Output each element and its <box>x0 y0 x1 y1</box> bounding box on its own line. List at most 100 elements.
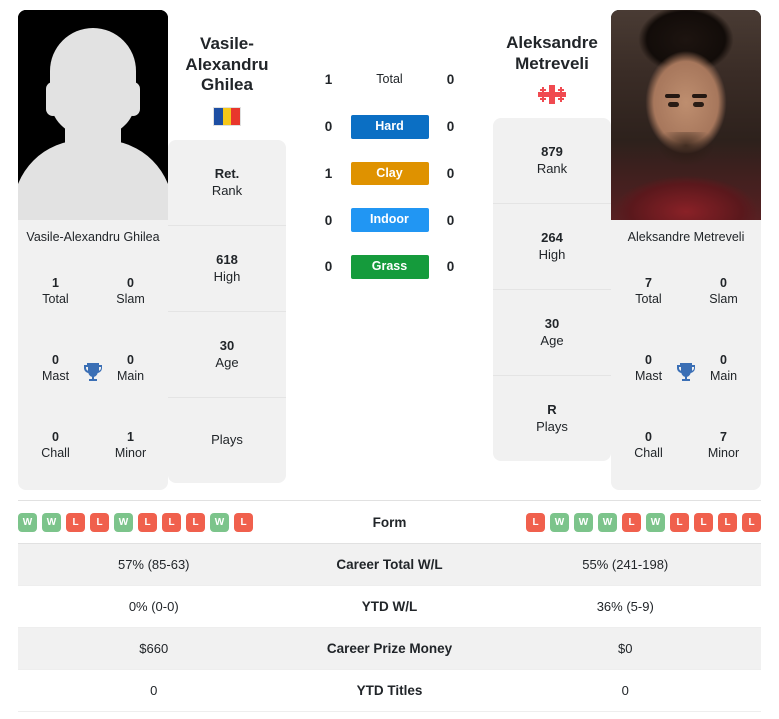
stat-label: Career Total W/L <box>336 557 443 572</box>
form-badge-l[interactable]: L <box>694 512 713 532</box>
info-age-value: 30 <box>544 316 560 332</box>
info-rank-label: Rank <box>536 160 568 176</box>
surface-grass-label[interactable]: Grass <box>350 255 429 279</box>
title-minor-value: 1 <box>127 429 134 444</box>
table-row: 57% (85-63) Career Total W/L 55% (241-19… <box>18 544 761 586</box>
player-comparison-page: Vasile-Alexandru Ghilea 1 Total 0 Slam 0… <box>0 0 779 719</box>
title-total-value: 7 <box>645 276 652 291</box>
left-player-card[interactable]: Vasile-Alexandru Ghilea 1 Total 0 Slam 0… <box>18 10 168 490</box>
title-chall-value: 0 <box>645 429 652 444</box>
right-player-card[interactable]: Aleksandre Metreveli 7 Total 0 Slam 0 Ma… <box>611 10 761 490</box>
form-badge-l[interactable]: L <box>162 512 181 532</box>
title-slam-label: Slam <box>116 292 145 307</box>
left-player-flag-wrap <box>213 106 241 126</box>
form-badge-l[interactable]: L <box>66 512 85 532</box>
surface-row-clay: 1 Clay 0 <box>315 161 465 186</box>
player-silhouette-icon <box>18 10 168 220</box>
stat-label: Career Prize Money <box>326 641 453 656</box>
surface-clay-right-value: 0 <box>446 165 455 181</box>
info-rank-value: Ret. <box>214 165 240 181</box>
form-badge-w[interactable]: W <box>42 512 61 532</box>
right-player-name: Aleksandre Metreveli <box>506 33 598 74</box>
table-row: $660 Career Prize Money $0 <box>18 628 761 670</box>
form-badge-l[interactable]: L <box>234 512 253 532</box>
surface-clay-left-value: 1 <box>324 165 333 181</box>
surface-indoor-label[interactable]: Indoor <box>350 208 429 232</box>
info-rank-value: 879 <box>541 144 563 160</box>
info-age-label: Age <box>540 332 564 348</box>
title-slam-label: Slam <box>709 292 738 307</box>
form-badge-w[interactable]: W <box>550 512 569 532</box>
info-age: 30 Age <box>493 290 611 377</box>
surface-total-right-value: 0 <box>446 72 455 88</box>
form-badge-l[interactable]: L <box>718 512 737 532</box>
surface-row-total: 1 Total 0 <box>315 68 465 92</box>
info-high: 264 High <box>493 204 611 291</box>
info-high-label: High <box>213 268 241 284</box>
left-player-info-box: Ret. Rank 618 High 30 Age Plays <box>168 140 286 484</box>
surface-hard-label[interactable]: Hard <box>350 114 429 139</box>
stat-label: YTD W/L <box>361 599 418 614</box>
form-badge-w[interactable]: W <box>210 512 229 532</box>
form-badge-w[interactable]: W <box>114 512 133 532</box>
stat-left-value: 0 <box>150 683 158 698</box>
form-badge-w[interactable]: W <box>646 512 665 532</box>
form-row: WWLLWLLLWL Form LWWWLWLLLL <box>18 500 761 544</box>
surface-grass-right-value: 0 <box>446 259 455 275</box>
right-player-form: LWWWLWLLLL <box>470 512 761 532</box>
title-minor: 7 Minor <box>686 430 761 461</box>
info-age-label: Age <box>215 354 239 370</box>
right-player-info-column: Aleksandre Metreveli 879 Rank 264 High 3… <box>493 10 611 462</box>
stat-left-value: 0% (0-0) <box>128 599 179 614</box>
info-plays-value: R <box>547 402 557 418</box>
right-player-info-box: 879 Rank 264 High 30 Age R Plays <box>493 118 611 462</box>
form-badge-l[interactable]: L <box>670 512 689 532</box>
surface-breakdown-column: 1 Total 0 0 Hard 0 1 Clay 0 0 Indoor 0 0 <box>286 10 493 302</box>
left-name-line2: Alexandru <box>185 54 269 74</box>
info-age-value: 30 <box>219 337 235 353</box>
info-plays: Plays <box>168 398 286 483</box>
stat-left-value: $660 <box>139 641 169 656</box>
form-badge-l[interactable]: L <box>526 512 545 532</box>
title-total-value: 1 <box>52 276 59 291</box>
title-slam-value: 0 <box>127 276 134 291</box>
stat-left-value: 57% (85-63) <box>117 557 190 572</box>
form-badge-w[interactable]: W <box>574 512 593 532</box>
left-player-name: Vasile- Alexandru Ghilea <box>185 34 268 96</box>
info-plays-label: Plays <box>536 418 568 434</box>
form-badge-l[interactable]: L <box>186 512 205 532</box>
info-high: 618 High <box>168 226 286 313</box>
form-badge-l[interactable]: L <box>90 512 109 532</box>
title-minor: 1 Minor <box>93 430 168 461</box>
right-player-flag-wrap <box>538 84 566 104</box>
table-row: 0% (0-0) YTD W/L 36% (5-9) <box>18 586 761 628</box>
info-rank-label: Rank <box>211 182 243 198</box>
form-badge-w[interactable]: W <box>598 512 617 532</box>
title-slam-value: 0 <box>720 276 727 291</box>
form-badge-w[interactable]: W <box>18 512 37 532</box>
surface-row-indoor: 0 Indoor 0 <box>315 208 465 232</box>
title-total-label: Total <box>42 292 69 307</box>
info-high-value: 264 <box>541 230 563 246</box>
title-chall: 0 Chall <box>18 430 93 461</box>
surface-hard-left-value: 0 <box>324 119 333 135</box>
info-age: 30 Age <box>168 312 286 399</box>
form-badge-l[interactable]: L <box>138 512 157 532</box>
title-total-label: Total <box>635 292 662 307</box>
form-badge-l[interactable]: L <box>742 512 761 532</box>
player-portrait-image <box>611 10 761 220</box>
table-row: 0 YTD Titles 0 <box>18 670 761 712</box>
comparison-top-section: Vasile-Alexandru Ghilea 1 Total 0 Slam 0… <box>0 0 779 500</box>
info-high-label: High <box>538 246 566 262</box>
form-badge-l[interactable]: L <box>622 512 641 532</box>
right-player-titles-grid: 7 Total 0 Slam 0 Mast 0 Main 0 Chall 7 M… <box>611 254 761 490</box>
title-chall-value: 0 <box>52 429 59 444</box>
info-plays: R Plays <box>493 376 611 461</box>
surface-clay-label[interactable]: Clay <box>350 161 429 186</box>
title-slam: 0 Slam <box>93 276 168 307</box>
surface-row-hard: 0 Hard 0 <box>315 114 465 139</box>
surface-grass-left-value: 0 <box>324 259 333 275</box>
trophy-icon <box>80 359 106 385</box>
left-player-info-column: Vasile- Alexandru Ghilea Ret. Rank 618 H… <box>168 10 286 484</box>
left-name-line1: Vasile- <box>200 34 254 53</box>
